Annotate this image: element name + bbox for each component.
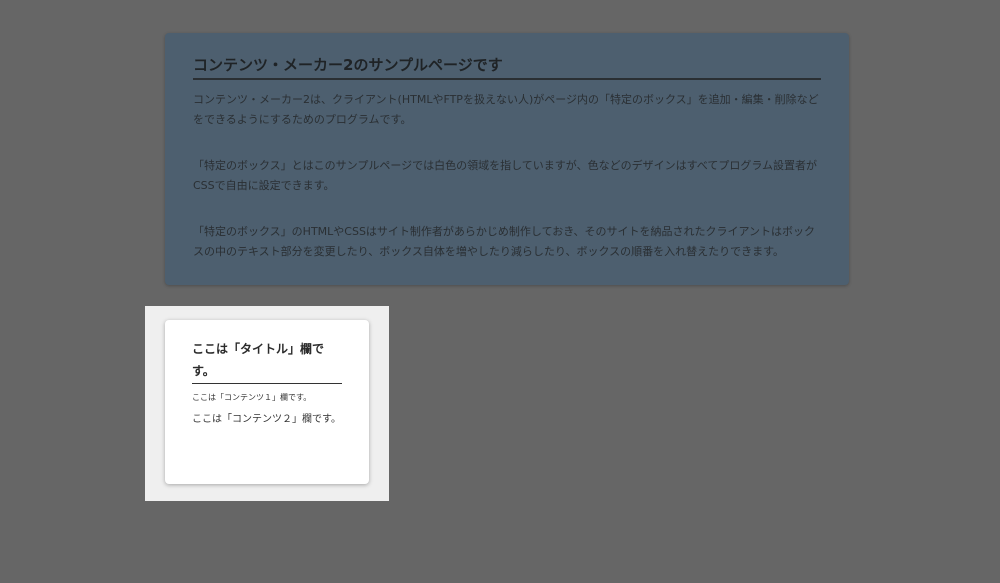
intro-paragraph-2: 「特定のボックス」とはこのサンプルページでは白色の領域を指していますが、色などの… bbox=[193, 159, 818, 192]
intro-panel: コンテンツ・メーカー2のサンプルページです コンテンツ・メーカー2は、クライアン… bbox=[165, 33, 849, 285]
editable-box[interactable]: ここは「タイトル」欄です。 ここは「コンテンツ１」欄です。 ここは「コンテンツ２… bbox=[165, 320, 369, 484]
box-content-2[interactable]: ここは「コンテンツ２」欄です。 bbox=[192, 411, 342, 429]
box-title[interactable]: ここは「タイトル」欄です。 bbox=[192, 338, 342, 384]
intro-paragraph-1: コンテンツ・メーカー2は、クライアント(HTMLやFTPを扱えない人)がページ内… bbox=[193, 93, 819, 126]
intro-title: コンテンツ・メーカー2のサンプルページです bbox=[193, 55, 821, 80]
box-content-1[interactable]: ここは「コンテンツ１」欄です。 bbox=[192, 392, 342, 404]
intro-paragraph-3: 「特定のボックス」のHTMLやCSSはサイト制作者があらかじめ制作しておき、その… bbox=[193, 225, 816, 258]
